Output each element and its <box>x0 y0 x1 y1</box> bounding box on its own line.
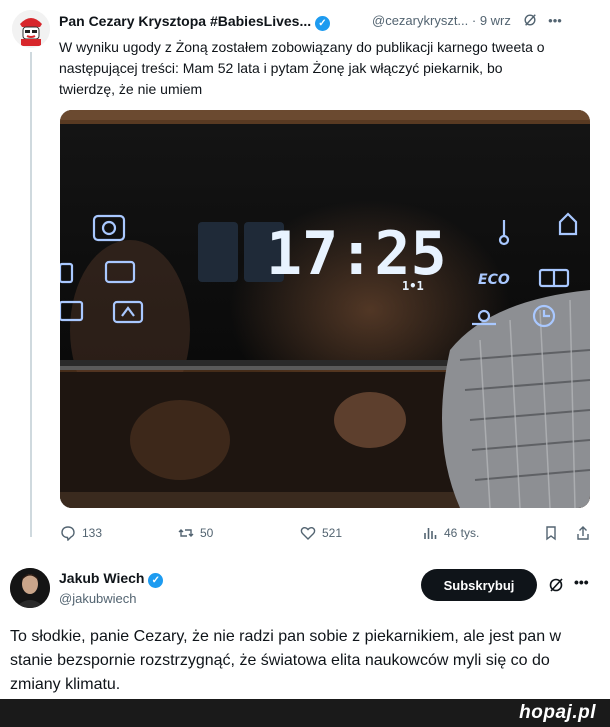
views-chart-icon <box>424 528 437 539</box>
views-action[interactable]: 46 tys. <box>422 525 479 541</box>
tweet-time[interactable]: · 9 wrz <box>472 13 511 28</box>
like-count: 521 <box>322 526 343 540</box>
reply-author-name-text[interactable]: Jakub Wiech <box>59 570 144 586</box>
author-handle[interactable]: @cezarykryszt... <box>372 13 468 28</box>
author-meta: @cezarykryszt... · 9 wrz ••• <box>372 13 562 28</box>
reply-action[interactable]: 133 <box>60 525 102 541</box>
reply-author-avatar[interactable] <box>10 568 50 608</box>
bookmark-icon <box>546 526 556 541</box>
retweet-icon <box>178 529 194 537</box>
reply-icon <box>61 526 75 541</box>
reply-count: 133 <box>82 526 103 540</box>
verified-badge-icon: ✓ <box>315 16 330 31</box>
retweet-action[interactable]: 50 <box>178 525 213 541</box>
grok-icon[interactable] <box>523 13 541 28</box>
grok-icon[interactable] <box>548 577 564 598</box>
verified-badge-icon: ✓ <box>148 573 164 588</box>
subscribe-button[interactable]: Subskrybuj <box>421 569 537 601</box>
share-button[interactable] <box>575 525 591 541</box>
bookmark-button[interactable] <box>543 525 559 541</box>
share-icon <box>577 526 589 540</box>
eco-label: ECO <box>478 272 510 288</box>
like-action[interactable]: 521 <box>300 525 342 541</box>
more-options-icon[interactable]: ••• <box>574 574 589 590</box>
watermark-brand: hopaj.pl <box>519 702 596 723</box>
oven-small-indicator: 1•1 <box>402 279 424 293</box>
more-options-icon[interactable]: ••• <box>548 13 562 28</box>
watermark-bar: hopaj.pl <box>0 699 610 727</box>
reply-author-handle[interactable]: @jakubwiech <box>59 591 137 606</box>
author-name[interactable]: Pan Cezary Krysztopa #BabiesLives... ✓ <box>59 13 330 31</box>
tweet-text: W wyniku ugody z Żoną zostałem zobowiąza… <box>59 39 545 97</box>
retweet-count: 50 <box>200 526 214 540</box>
tweet-photo[interactable]: 17:25 1•1 ECO <box>60 110 590 508</box>
views-count: 46 tys. <box>444 526 480 540</box>
heart-icon <box>300 527 316 540</box>
reply-text: To słodkie, panie Cezary, że nie radzi p… <box>10 628 562 693</box>
author-avatar[interactable] <box>12 10 50 48</box>
author-name-text[interactable]: Pan Cezary Krysztopa #BabiesLives... <box>59 13 311 29</box>
reply-author-name[interactable]: Jakub Wiech ✓ <box>59 570 164 588</box>
thread-line <box>30 52 32 537</box>
